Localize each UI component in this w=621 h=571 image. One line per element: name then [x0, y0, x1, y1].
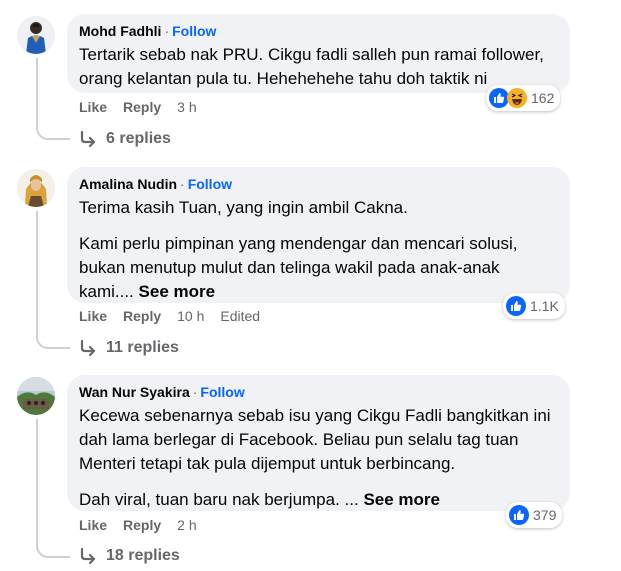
replies-count-label: 6 replies	[106, 130, 171, 147]
author-name[interactable]: Mohd Fadhli	[79, 23, 161, 39]
comment-text: Tertarik sebab nak PRU. Cikgu fadli sall…	[79, 43, 558, 91]
comment-paragraph: Dah viral, tuan baru nak berjumpa. ...	[79, 490, 359, 509]
comment-paragraph-truncated: Kami perlu pimpinan yang mendengar dan m…	[79, 232, 558, 304]
timestamp[interactable]: 3 h	[177, 99, 196, 115]
haha-icon	[507, 88, 527, 108]
comment-paragraph-truncated: Dah viral, tuan baru nak berjumpa. ... S…	[79, 488, 558, 512]
comment-paragraph: Tertarik sebab nak PRU. Cikgu fadli sall…	[79, 45, 544, 88]
reply-arrow-icon	[80, 130, 96, 148]
like-button[interactable]: Like	[79, 517, 107, 533]
comment-bubble: Amalina Nudin · Follow Terima kasih Tuan, …	[67, 167, 570, 303]
comment-thread: Mohd Fadhli · Follow Tertarik sebab nak PR…	[0, 0, 621, 571]
view-replies-link[interactable]: 18 replies	[78, 546, 180, 566]
reply-button[interactable]: Reply	[123, 99, 161, 115]
edited-label[interactable]: Edited	[220, 308, 260, 324]
reply-arrow-icon	[80, 547, 96, 565]
see-more-link[interactable]: See more	[139, 282, 216, 301]
avatar-image-icon	[17, 169, 55, 207]
thread-line	[36, 58, 38, 118]
reply-connector	[36, 536, 70, 558]
like-button[interactable]: Like	[79, 99, 107, 115]
comment-paragraph: Terima kasih Tuan, yang ingin ambil Cakn…	[79, 198, 408, 217]
reaction-summary[interactable]: 162	[486, 85, 561, 111]
comment-actions: Like Reply 2 h	[79, 517, 213, 533]
reply-button[interactable]: Reply	[123, 517, 161, 533]
reaction-count: 162	[531, 90, 555, 106]
timestamp[interactable]: 10 h	[177, 308, 204, 324]
comment-bubble: Wan Nur Syakira · Follow Kecewa sebenarnya…	[67, 375, 570, 511]
reply-arrow-icon	[80, 339, 96, 357]
comment-header: Mohd Fadhli · Follow	[79, 22, 558, 40]
view-replies-link[interactable]: 6 replies	[78, 129, 171, 149]
thread-line	[36, 419, 38, 536]
avatar[interactable]	[17, 377, 55, 415]
comment-text: Terima kasih Tuan, yang ingin ambil Cakn…	[79, 196, 558, 304]
see-more-link[interactable]: See more	[363, 490, 440, 509]
reaction-summary[interactable]: 1.1K	[503, 293, 565, 319]
reply-connector	[36, 118, 70, 140]
avatar[interactable]	[17, 169, 55, 207]
comment-text: Kecewa sebenarnya sebab isu yang Cikgu F…	[79, 404, 558, 512]
avatar[interactable]	[17, 16, 55, 54]
separator-dot: ·	[192, 384, 198, 400]
replies-count-label: 18 replies	[106, 547, 180, 564]
comment-paragraph: Kecewa sebenarnya sebab isu yang Cikgu F…	[79, 406, 551, 473]
follow-button[interactable]: Follow	[172, 23, 216, 39]
comment-bubble: Mohd Fadhli · Follow Tertarik sebab nak PR…	[67, 14, 570, 93]
avatar-image-icon	[17, 377, 55, 415]
replies-count-label: 11 replies	[106, 339, 179, 356]
separator-dot: ·	[164, 23, 170, 39]
avatar-image-icon	[17, 16, 55, 54]
follow-button[interactable]: Follow	[188, 176, 232, 192]
like-icon	[489, 88, 509, 108]
reaction-count: 1.1K	[530, 298, 559, 314]
reply-connector	[36, 327, 70, 349]
author-name[interactable]: Wan Nur Syakira	[79, 384, 190, 400]
reaction-summary[interactable]: 379	[506, 502, 563, 528]
thread-line	[36, 211, 38, 327]
comment-actions: Like Reply 10 h Edited	[79, 308, 276, 324]
separator-dot: ·	[180, 176, 185, 192]
like-icon	[509, 505, 529, 525]
view-replies-link[interactable]: 11 replies	[78, 338, 179, 358]
reply-button[interactable]: Reply	[123, 308, 161, 324]
timestamp[interactable]: 2 h	[177, 517, 196, 533]
comment-header: Wan Nur Syakira · Follow	[79, 383, 558, 401]
reaction-count: 379	[533, 507, 557, 523]
author-name[interactable]: Amalina Nudin	[79, 176, 177, 192]
comment-header: Amalina Nudin · Follow	[79, 175, 558, 193]
like-icon	[506, 296, 526, 316]
comment-actions: Like Reply 3 h	[79, 99, 213, 115]
like-button[interactable]: Like	[79, 308, 107, 324]
follow-button[interactable]: Follow	[200, 384, 244, 400]
